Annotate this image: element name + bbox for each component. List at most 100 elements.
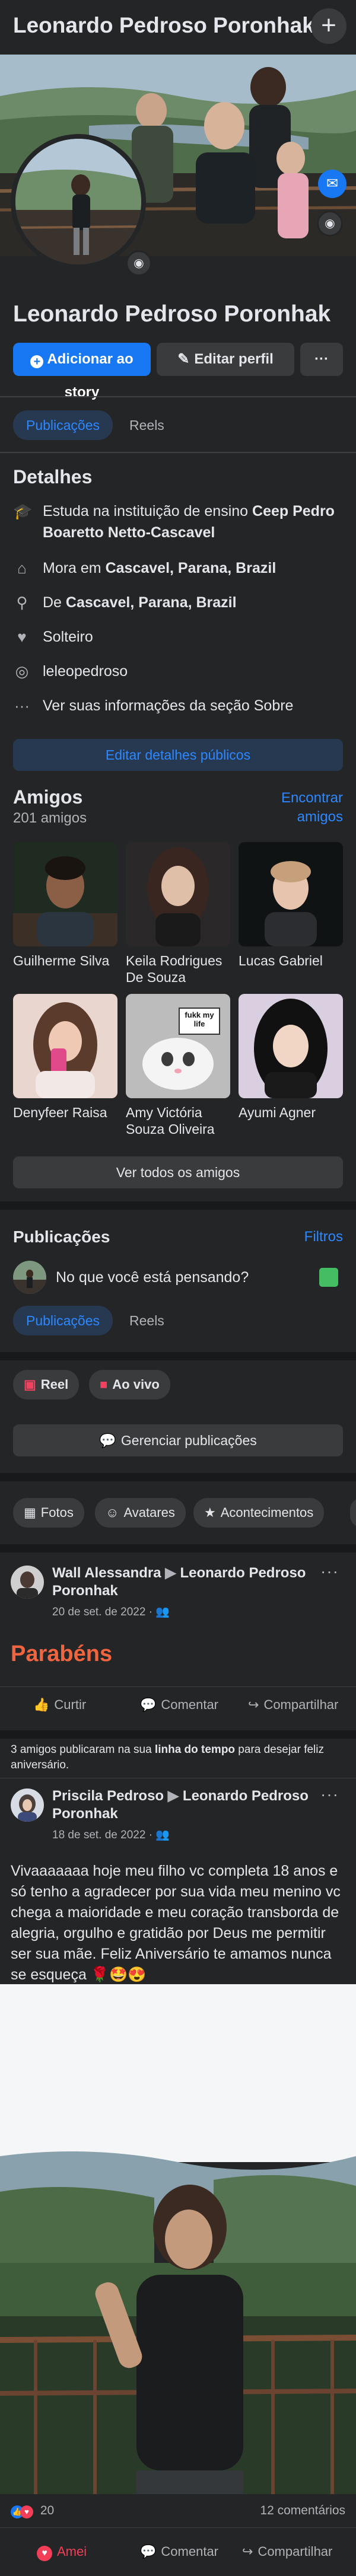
friend-card[interactable]: Ayumi Agner — [239, 994, 343, 1121]
post-date-text: 18 de set. de 2022 — [52, 1829, 146, 1841]
friend-card[interactable]: Denyfeer Raisa — [13, 994, 117, 1121]
post-body: Parabéns — [11, 1641, 113, 1666]
more-button[interactable]: ··· — [300, 343, 343, 376]
post-date-text: 20 de set. de 2022 — [52, 1606, 146, 1618]
messenger-icon[interactable]: ✉ — [318, 170, 347, 198]
like-button[interactable]: 👍 Curtir — [33, 1697, 86, 1713]
comments-count[interactable]: 12 comentários — [249, 2504, 345, 2518]
arrow-icon: ▶ — [167, 1788, 179, 1804]
share-icon: ↪ — [248, 1697, 259, 1712]
post-author[interactable]: Wall Alessandra — [52, 1565, 161, 1581]
more-chip[interactable] — [350, 1498, 356, 1528]
instagram-handle: leleopedroso — [43, 663, 128, 680]
love-button[interactable]: ♥ Amei — [37, 2544, 87, 2561]
post-date: 18 de set. de 2022 · 👥 — [52, 1829, 170, 1841]
comment-label: Comentar — [161, 1697, 218, 1712]
tab-reels[interactable]: Reels — [117, 410, 176, 440]
post-author[interactable]: Priscila Pedroso — [52, 1788, 164, 1804]
post-date: 20 de set. de 2022 · 👥 — [52, 1606, 170, 1618]
edit-profile-button[interactable]: ✎ Editar perfil — [157, 343, 294, 376]
arrow-icon: ▶ — [165, 1565, 176, 1581]
friends-audience-icon: 👥 — [155, 1829, 170, 1841]
cover-camera-icon[interactable]: ◉ — [317, 211, 343, 237]
share-icon: ↪ — [242, 2544, 253, 2559]
friends-count: 201 amigos — [13, 810, 87, 826]
live-label: Ao vivo — [112, 1377, 160, 1392]
post-header: Priscila Pedroso ▶ Leonardo Pedroso Poro… — [52, 1787, 313, 1823]
plus-icon[interactable]: + — [311, 8, 347, 44]
heart-icon: ♥ — [17, 628, 27, 646]
friend-photo — [13, 842, 117, 946]
post-author-avatar[interactable] — [11, 1788, 44, 1822]
tab-reels-feed[interactable]: Reels — [117, 1306, 176, 1335]
live-video-icon: ■ — [100, 1377, 108, 1392]
live-button[interactable]: ■ Ao vivo — [89, 1370, 170, 1399]
find-friends-link[interactable]: Encontrar amigos — [273, 789, 343, 827]
about-link-label: Ver suas informações da seção Sobre — [43, 697, 294, 714]
add-story-label: Adicionar ao story — [47, 351, 134, 400]
location-pin-icon: ⚲ — [16, 594, 28, 611]
section-divider — [0, 1473, 356, 1481]
section-divider — [0, 1352, 356, 1360]
relationship-status: Solteiro — [43, 629, 93, 645]
friends-title: Amigos — [13, 786, 83, 808]
friend-card[interactable]: Keila Rodrigues De Souza — [126, 842, 230, 986]
lives-prefix: Mora em — [43, 560, 106, 576]
tab-posts[interactable]: Publicações — [13, 410, 113, 440]
divider — [0, 1686, 356, 1687]
from-place: Cascavel, Parana, Brazil — [65, 594, 237, 611]
plus-circle-icon: + — [30, 355, 44, 368]
post-options-icon[interactable]: ··· — [320, 1785, 339, 1804]
friend-name: Guilherme Silva — [13, 953, 110, 968]
detail-education: 🎓 Estuda na instituição de ensino Ceep P… — [13, 500, 345, 543]
post-options-icon[interactable]: ··· — [320, 1562, 339, 1581]
friend-card[interactable]: Guilherme Silva — [13, 842, 117, 969]
post-author-avatar[interactable] — [11, 1566, 44, 1599]
share-button[interactable]: ↪ Compartilhar — [242, 2544, 332, 2559]
top-bar: Leonardo Pedroso Poronhak + — [0, 0, 356, 55]
photo-icon[interactable] — [319, 1268, 338, 1287]
post-photo[interactable] — [0, 1984, 356, 2494]
posts-title: Publicações — [13, 1228, 110, 1246]
find-friends-line1: Encontrar — [281, 790, 343, 806]
avatar[interactable] — [15, 139, 141, 264]
avatars-label: Avatares — [123, 1505, 175, 1520]
photos-chip[interactable]: ▦ Fotos — [13, 1498, 84, 1528]
share-button[interactable]: ↪ Compartilhar — [248, 1697, 338, 1713]
avatar-camera-icon[interactable]: ◉ — [126, 250, 152, 276]
tab-posts-feed[interactable]: Publicações — [13, 1306, 113, 1335]
see-all-friends-button[interactable]: Ver todos os amigos — [13, 1156, 343, 1188]
comment-button[interactable]: 💬 Comentar — [140, 2544, 218, 2559]
reactions-summary[interactable]: 👍 ♥ 20 — [11, 2504, 54, 2518]
manage-posts-label: Gerenciar publicações — [120, 1433, 257, 1448]
timeline-link[interactable]: linha do tempo — [155, 1743, 235, 1756]
friend-photo — [13, 994, 117, 1098]
reactions-count: 20 — [40, 2504, 55, 2517]
comment-label: Comentar — [161, 2544, 218, 2559]
more-dots-icon: ··· — [14, 697, 30, 715]
avatars-chip[interactable]: ☺ Avatares — [95, 1498, 186, 1528]
timeline-notice: 3 amigos publicaram na sua linha do temp… — [11, 1742, 343, 1773]
comment-icon: 💬 — [140, 2544, 157, 2559]
friend-card[interactable]: fukk my life Amy Victória Souza Oliveira — [126, 994, 230, 1137]
reel-button[interactable]: ▣ Reel — [13, 1370, 80, 1399]
love-reaction-icon: ♥ — [20, 2505, 33, 2518]
composer-input[interactable]: No que você está pensando? — [56, 1269, 249, 1286]
friend-name: Denyfeer Raisa — [13, 1105, 107, 1120]
manage-posts-button[interactable]: 💬 Gerenciar publicações — [13, 1424, 343, 1456]
speech-bubble-icon: 💬 — [99, 1433, 116, 1448]
divider — [0, 452, 356, 453]
edit-public-details-button[interactable]: Editar detalhes públicos — [13, 739, 343, 771]
section-divider — [0, 1201, 356, 1210]
comment-icon: 💬 — [140, 1697, 157, 1712]
friend-name: Ayumi Agner — [239, 1105, 316, 1120]
thumbs-up-icon: 👍 — [33, 1697, 50, 1712]
comment-button[interactable]: 💬 Comentar — [140, 1697, 218, 1713]
friend-card[interactable]: Lucas Gabriel — [239, 842, 343, 969]
find-friends-line2: amigos — [297, 809, 343, 825]
filters-link[interactable]: Filtros — [285, 1229, 343, 1245]
divider — [0, 2527, 356, 2528]
highlights-chip[interactable]: ★ Acontecimentos — [193, 1498, 325, 1528]
graduation-cap-icon: 🎓 — [13, 502, 33, 520]
add-story-button[interactable]: + Adicionar ao story — [13, 343, 151, 400]
